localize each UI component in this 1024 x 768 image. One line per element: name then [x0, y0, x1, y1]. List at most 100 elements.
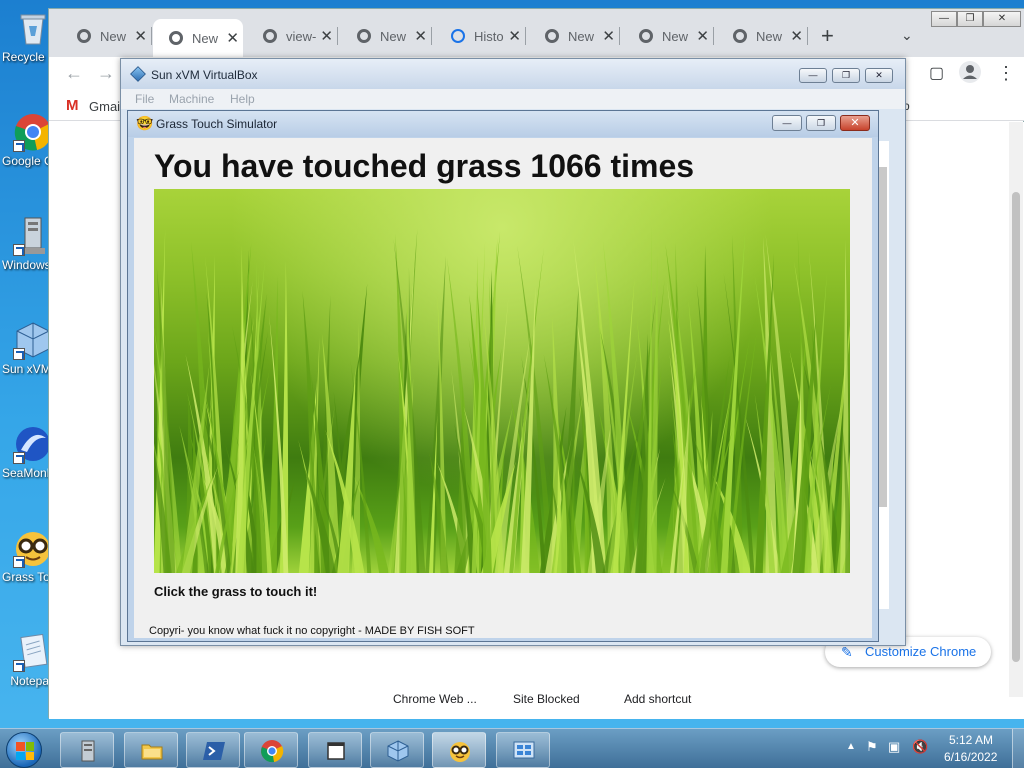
shortcut-arrow-icon: [13, 140, 25, 152]
taskbar-explorer[interactable]: [124, 732, 178, 768]
chrome-globe-icon: [545, 29, 559, 43]
chrome-tab[interactable]: New ✕: [529, 23, 620, 49]
scrollbar-thumb[interactable]: [1012, 192, 1020, 662]
scrollbar-thumb[interactable]: [878, 167, 887, 507]
clock-time[interactable]: 5:12 AM: [949, 733, 993, 747]
tab-close-icon[interactable]: ✕: [134, 27, 147, 45]
chrome-icon: [13, 112, 53, 152]
start-button[interactable]: [6, 732, 42, 768]
tab-close-icon[interactable]: ✕: [414, 27, 427, 45]
volume-muted-icon[interactable]: 🔇: [912, 739, 928, 755]
forward-arrow-icon[interactable]: →: [97, 63, 115, 84]
show-hidden-icons-chevron-icon[interactable]: ▲: [846, 741, 856, 752]
taskbar: ▲ ⚑ ▣ 🔇 5:12 AM 6/16/2022: [0, 728, 1024, 768]
grass-app-title-bar[interactable]: 🤓 Grass Touch Simulator — ❐ ✕: [128, 111, 878, 137]
tab-close-icon[interactable]: ✕: [226, 29, 239, 47]
taskbar-grass-touch-simulator[interactable]: [432, 732, 486, 768]
grass-image-button[interactable]: [154, 189, 850, 573]
tab-title: New: [756, 28, 783, 44]
chrome-globe-icon: [169, 31, 183, 45]
instruction-text: Click the grass to touch it!: [154, 584, 318, 599]
nerd-face-icon: 🤓: [136, 115, 154, 131]
windows-logo-icon: [16, 742, 34, 760]
taskbar-control-panel[interactable]: [496, 732, 550, 768]
tab-title: New: [192, 30, 219, 46]
shortcut-arrow-icon: [13, 244, 25, 256]
back-arrow-icon[interactable]: ←: [65, 63, 83, 84]
chrome-scrollbar[interactable]: [1009, 122, 1023, 697]
virtualbox-title-bar[interactable]: Sun xVM VirtualBox — ❐ ✕: [121, 59, 905, 89]
network-icon[interactable]: ▣: [888, 739, 900, 755]
chrome-menu-icon[interactable]: ⋮: [997, 63, 1015, 84]
chrome-globe-icon: [639, 29, 653, 43]
show-desktop-button[interactable]: [1012, 729, 1024, 768]
grass-blades: [154, 226, 850, 573]
control-panel-icon: [513, 741, 535, 759]
virtualbox-minimize-button[interactable]: —: [799, 68, 827, 83]
tab-title: New: [100, 28, 127, 44]
shortcut-tile-label[interactable]: Chrome Web ...: [393, 692, 477, 706]
tab-close-icon[interactable]: ✕: [602, 27, 615, 45]
action-center-flag-icon[interactable]: ⚑: [866, 739, 878, 755]
taskbar-window[interactable]: [308, 732, 362, 768]
virtualbox-icon: [387, 740, 409, 762]
nerd-face-icon: [13, 528, 53, 568]
chrome-icon: [261, 740, 284, 763]
chrome-globe-icon: [263, 29, 277, 43]
taskbar-server-manager[interactable]: [60, 732, 114, 768]
tab-close-icon[interactable]: ✕: [320, 27, 333, 45]
bookmark-gmail[interactable]: Gmail: [89, 99, 123, 114]
tab-close-icon[interactable]: ✕: [696, 27, 709, 45]
shortcut-arrow-icon: [13, 348, 25, 360]
powershell-icon: [203, 742, 225, 760]
virtualbox-close-button[interactable]: ✕: [865, 68, 893, 83]
chrome-minimize-button[interactable]: —: [931, 11, 957, 27]
chrome-tab[interactable]: New ✕: [341, 23, 432, 49]
grass-app-minimize-button[interactable]: —: [772, 115, 802, 131]
grass-app-close-button[interactable]: ✕: [840, 115, 870, 131]
tab-close-icon[interactable]: ✕: [790, 27, 803, 45]
taskbar-powershell[interactable]: [186, 732, 240, 768]
grass-app-restore-button[interactable]: ❐: [806, 115, 836, 131]
gmail-icon: M: [66, 97, 79, 114]
profile-avatar-icon[interactable]: [959, 61, 981, 88]
menu-machine[interactable]: Machine: [169, 92, 214, 106]
tab-close-icon[interactable]: ✕: [508, 27, 521, 45]
shortcut-tile-label[interactable]: Add shortcut: [624, 692, 691, 706]
explorer-folder-icon: [141, 744, 163, 760]
chrome-tab[interactable]: New ✕: [717, 23, 808, 49]
shortcut-tiles: Chrome Web ... Site Blocked Add shortcut: [49, 692, 1024, 708]
tab-title: New: [568, 28, 595, 44]
window-title: Sun xVM VirtualBox: [151, 68, 258, 82]
chrome-tab[interactable]: Histo ✕: [435, 23, 526, 49]
shortcut-tile-label[interactable]: Site Blocked: [513, 692, 580, 706]
virtualbox-icon: [13, 320, 53, 360]
menu-help[interactable]: Help: [230, 92, 255, 106]
clock-date[interactable]: 6/16/2022: [944, 750, 997, 764]
shortcut-arrow-icon: [13, 556, 25, 568]
chrome-tab-active[interactable]: New ✕: [153, 19, 243, 57]
window-title: Grass Touch Simulator: [156, 117, 278, 131]
nerd-face-icon: [450, 742, 470, 762]
tab-title: view-: [286, 28, 317, 44]
side-panel-icon[interactable]: ▢: [929, 63, 944, 83]
virtualbox-icon: [130, 66, 146, 82]
tab-search-chevron-icon[interactable]: ⌄: [901, 27, 913, 44]
chrome-close-button[interactable]: ✕: [983, 11, 1021, 27]
taskbar-virtualbox[interactable]: [370, 732, 424, 768]
chrome-tab[interactable]: view- ✕: [247, 23, 338, 49]
chrome-tab[interactable]: New ✕: [61, 23, 152, 49]
chrome-restore-button[interactable]: ❐: [957, 11, 983, 27]
menu-file[interactable]: File: [135, 92, 154, 106]
virtualbox-restore-button[interactable]: ❐: [832, 68, 860, 83]
new-tab-plus-icon[interactable]: +: [821, 25, 834, 47]
window-icon: [327, 742, 345, 760]
chrome-tab[interactable]: New ✕: [623, 23, 714, 49]
tab-title: New: [380, 28, 407, 44]
console-icon: [13, 216, 53, 256]
shortcut-arrow-icon: [13, 452, 25, 464]
customize-label: Customize Chrome: [865, 644, 977, 659]
taskbar-chrome[interactable]: [244, 732, 298, 768]
chrome-globe-icon: [357, 29, 371, 43]
grass-blade: [267, 276, 278, 573]
